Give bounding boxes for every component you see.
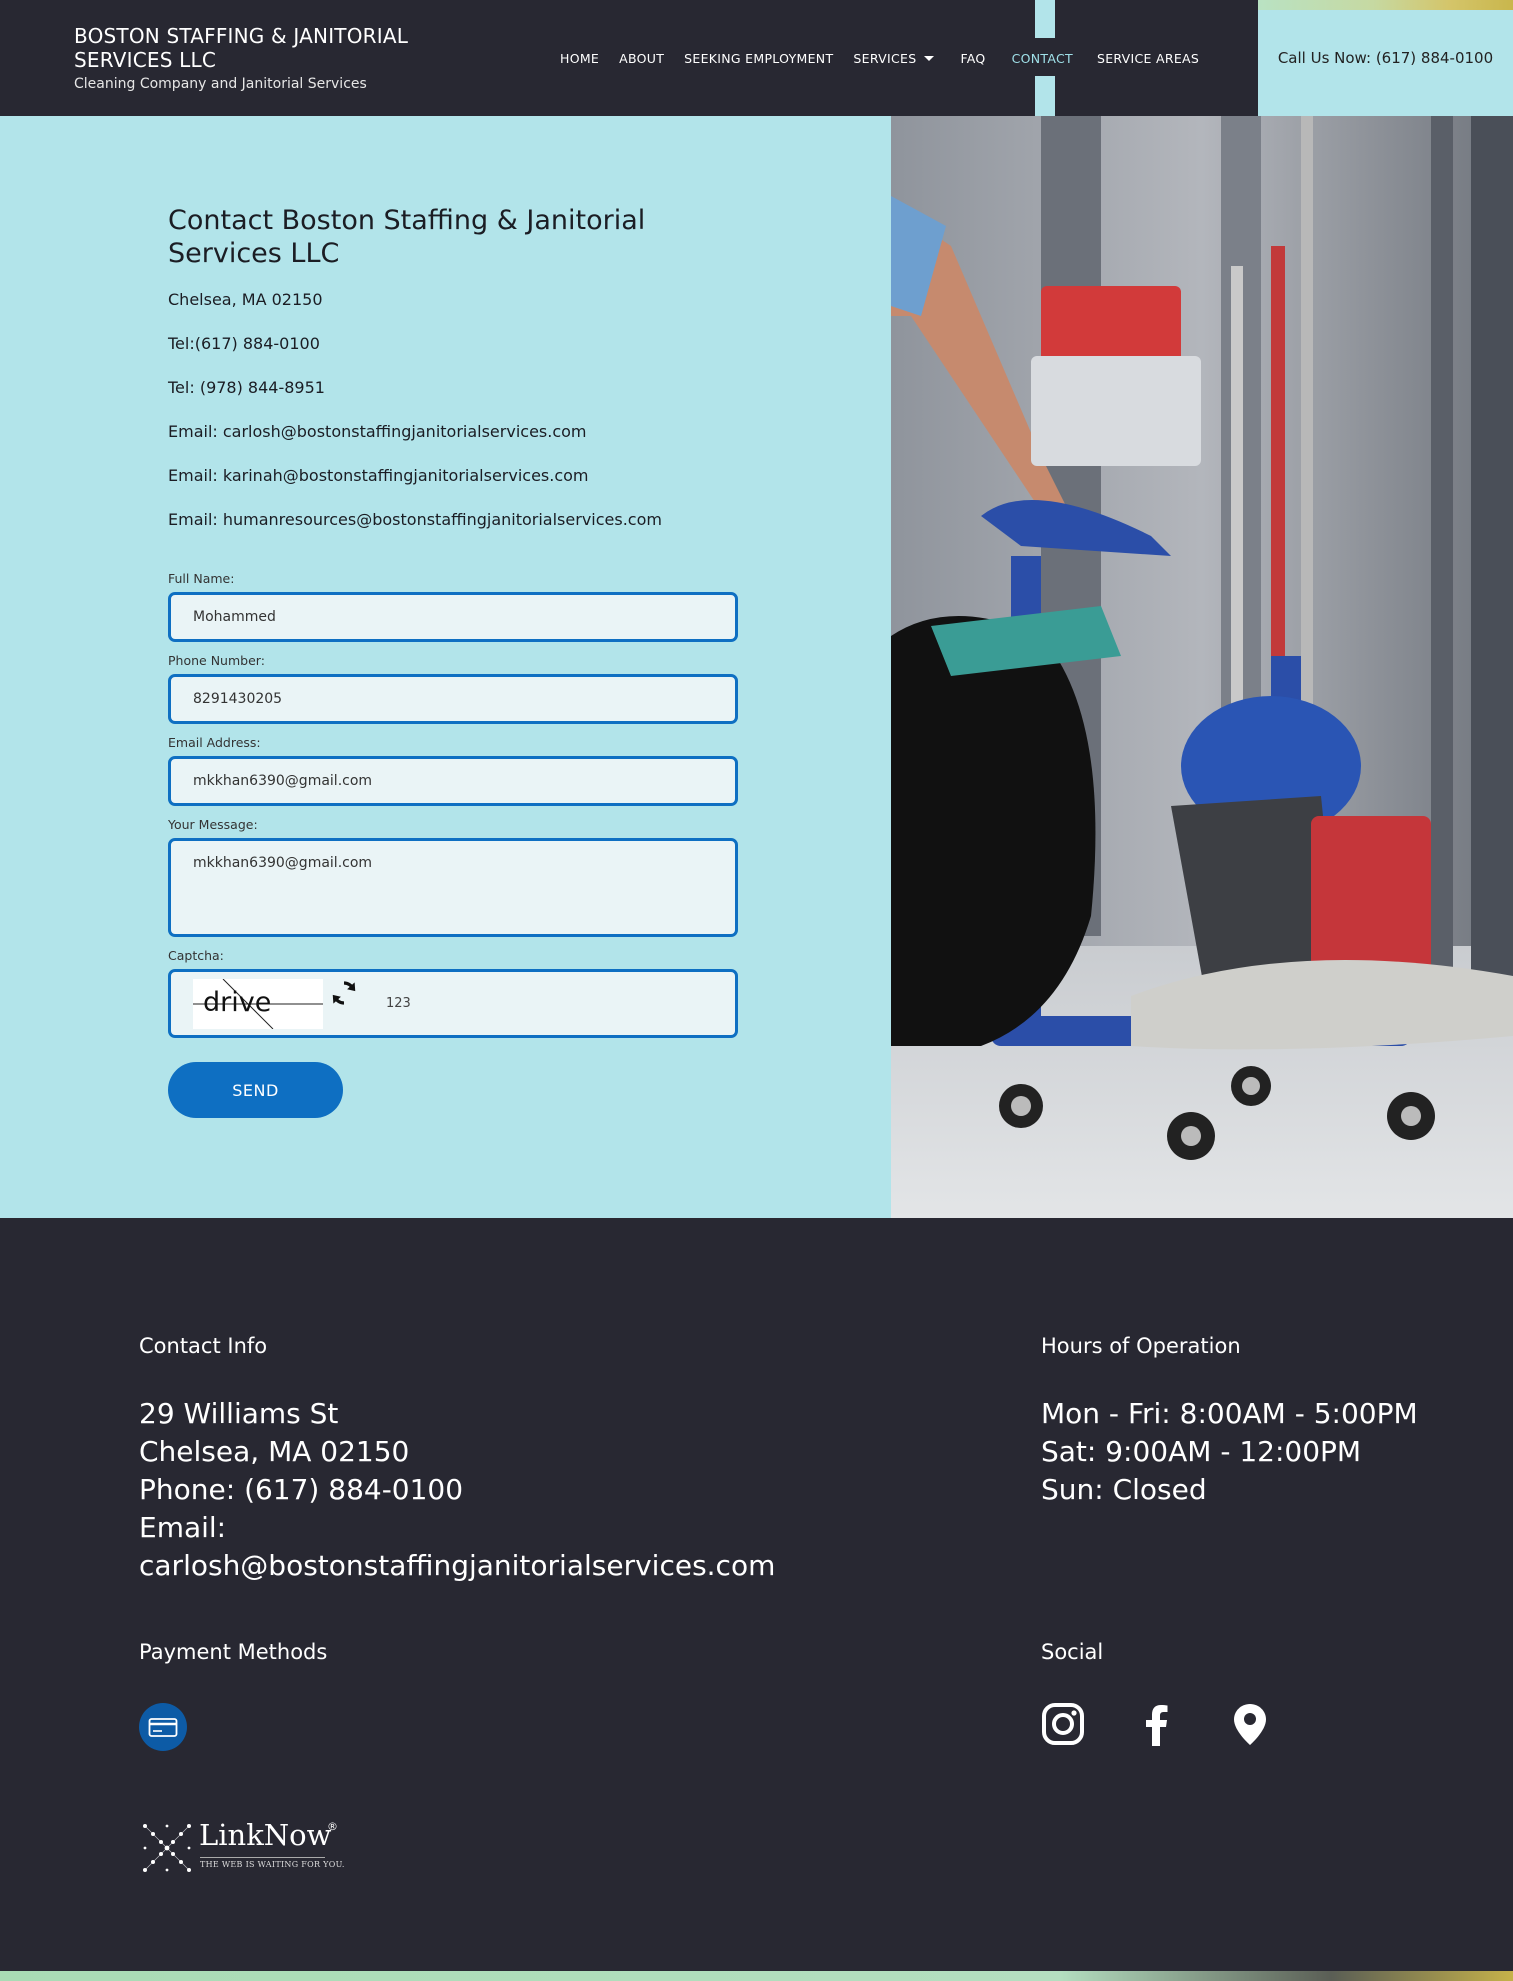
hours-sunday: Sun: Closed	[1041, 1473, 1207, 1506]
chevron-down-icon[interactable]	[924, 55, 935, 61]
credit-card-glyph	[148, 1718, 178, 1737]
brand-tagline: Cleaning Company and Janitorial Services	[74, 76, 367, 92]
phone-label: Phone Number:	[168, 653, 265, 668]
footer-contact-heading: Contact Info	[139, 1334, 268, 1358]
contact-tel-1[interactable]: Tel:(617) 884-0100	[168, 334, 320, 353]
facebook-icon[interactable]	[1135, 1702, 1179, 1746]
nav-faq[interactable]: FAQ	[960, 51, 985, 66]
credit-card-icon	[139, 1703, 187, 1751]
brand[interactable]: BOSTON STAFFING & JANITORIAL SERVICES LL…	[74, 24, 414, 94]
contact-tel-2[interactable]: Tel: (978) 844-8951	[168, 378, 325, 397]
footer-hours: Mon - Fri: 8:00AM - 5:00PM Sat: 9:00AM -…	[1041, 1395, 1418, 1509]
hours-saturday: Sat: 9:00AM - 12:00PM	[1041, 1435, 1362, 1468]
email-input[interactable]: mkkhan6390@gmail.com	[168, 756, 738, 806]
nav-services[interactable]: SERVICES	[853, 50, 935, 66]
nav-services-label: SERVICES	[853, 50, 917, 66]
linknow-name: LinkNow	[199, 1818, 332, 1852]
refresh-icon[interactable]	[329, 978, 359, 1008]
instagram-icon[interactable]	[1041, 1702, 1085, 1746]
footer-decor-strip	[0, 1971, 1513, 1981]
full-name-label: Full Name:	[168, 571, 235, 586]
contact-section: Contact Boston Staffing & Janitorial Ser…	[0, 116, 891, 1218]
brand-name[interactable]: BOSTON STAFFING & JANITORIAL SERVICES LL…	[74, 24, 414, 72]
main-nav: HOME ABOUT SEEKING EMPLOYMENT SERVICES F…	[560, 0, 1219, 116]
footer-social-heading: Social	[1041, 1640, 1104, 1664]
call-now-box[interactable]: Call Us Now: (617) 884-0100	[1258, 0, 1513, 116]
captcha-field: drive 123	[168, 969, 738, 1038]
hours-weekday: Mon - Fri: 8:00AM - 5:00PM	[1041, 1397, 1418, 1430]
full-name-value: Mohammed	[193, 609, 276, 625]
linknow-registered-mark: ®	[327, 1820, 338, 1833]
message-value: mkkhan6390@gmail.com	[193, 855, 373, 871]
linknow-x-mark	[143, 1824, 191, 1872]
contact-address: Chelsea, MA 02150	[168, 290, 323, 309]
callbox-decor-strip	[1258, 0, 1513, 10]
captcha-input[interactable]: 123	[386, 996, 411, 1011]
janitorial-cart-illustration	[891, 116, 1513, 1218]
janitorial-cart-photo	[891, 116, 1513, 1218]
footer-email-label: Email:	[139, 1511, 227, 1544]
footer-phone[interactable]: Phone: (617) 884-0100	[139, 1471, 775, 1509]
captcha-label: Captcha:	[168, 948, 224, 963]
footer-email[interactable]: carlosh@bostonstaffingjanitorialservices…	[139, 1547, 775, 1585]
phone-value: 8291430205	[193, 691, 283, 707]
email-label: Email Address:	[168, 735, 261, 750]
call-now-text[interactable]: Call Us Now: (617) 884-0100	[1278, 49, 1493, 67]
linknow-divider	[200, 1857, 325, 1858]
captcha-word: drive	[203, 987, 272, 1018]
phone-input[interactable]: 8291430205	[168, 674, 738, 724]
send-button[interactable]: SEND	[168, 1062, 343, 1118]
map-pin-icon[interactable]	[1228, 1702, 1272, 1746]
contact-email-1[interactable]: Email: carlosh@bostonstaffingjanitorials…	[168, 422, 587, 441]
full-name-input[interactable]: Mohammed	[168, 592, 738, 642]
nav-service-areas[interactable]: SERVICE AREAS	[1097, 51, 1199, 66]
footer-address-city: Chelsea, MA 02150	[139, 1435, 410, 1468]
contact-email-3[interactable]: Email: humanresources@bostonstaffingjani…	[168, 510, 662, 529]
nav-seeking-employment[interactable]: SEEKING EMPLOYMENT	[684, 51, 833, 66]
site-header: BOSTON STAFFING & JANITORIAL SERVICES LL…	[0, 0, 1513, 116]
linknow-logo[interactable]: LinkNow ® THE WEB IS WAITING FOR YOU.	[139, 1818, 349, 1880]
footer-contact-info: 29 Williams St Chelsea, MA 02150 Phone: …	[139, 1395, 775, 1585]
footer-payment-heading: Payment Methods	[139, 1640, 328, 1664]
page-title: Contact Boston Staffing & Janitorial Ser…	[168, 205, 646, 269]
nav-contact[interactable]: CONTACT	[1012, 51, 1073, 66]
nav-about[interactable]: ABOUT	[619, 51, 664, 66]
footer-address-street: 29 Williams St	[139, 1397, 339, 1430]
message-textarea[interactable]: mkkhan6390@gmail.com	[168, 838, 738, 937]
message-label: Your Message:	[168, 817, 258, 832]
email-value: mkkhan6390@gmail.com	[193, 773, 373, 789]
footer-hours-heading: Hours of Operation	[1041, 1334, 1241, 1358]
contact-email-2[interactable]: Email: karinah@bostonstaffingjanitorials…	[168, 466, 589, 485]
nav-home[interactable]: HOME	[560, 51, 599, 66]
captcha-image: drive	[193, 979, 323, 1029]
linknow-tagline: THE WEB IS WAITING FOR YOU.	[200, 1860, 345, 1869]
